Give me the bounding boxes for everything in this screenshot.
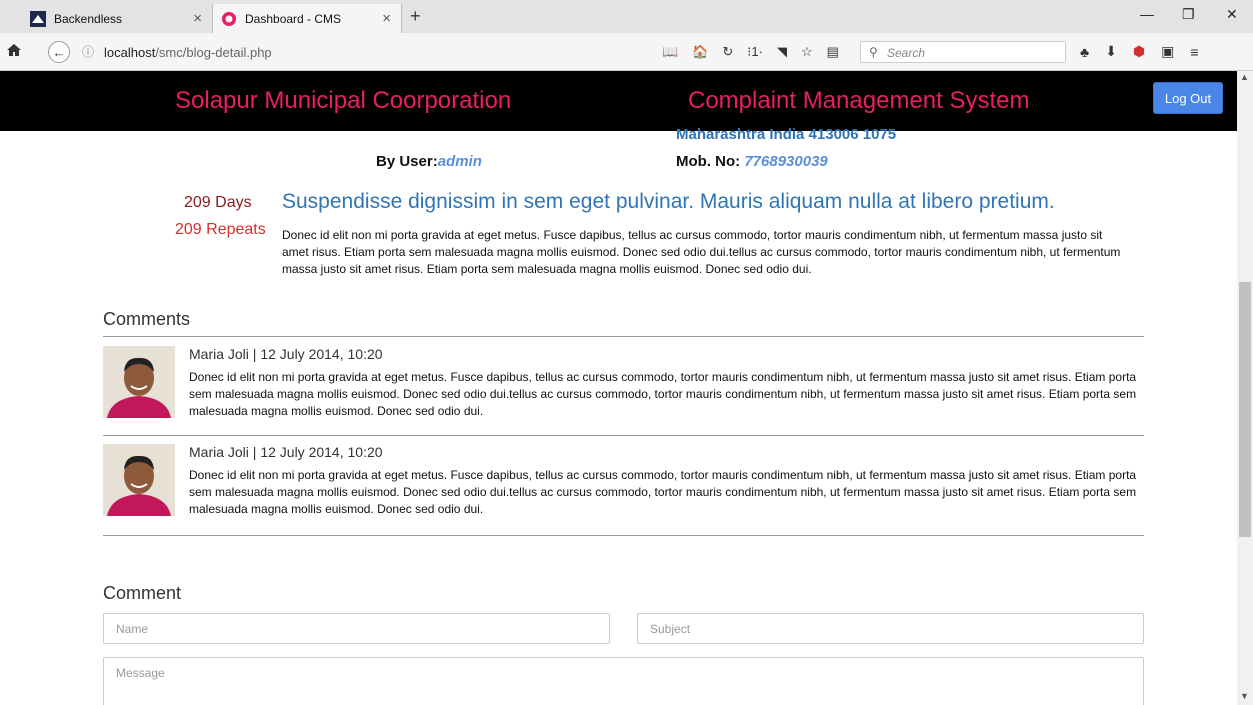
download-icon[interactable]: ⬇ (1105, 43, 1117, 60)
scroll-down-icon[interactable]: ▼ (1240, 691, 1249, 701)
search-icon: ⚲ (869, 45, 878, 59)
mob-value: 7768930039 (744, 153, 828, 170)
name-field[interactable] (103, 613, 610, 644)
mobile-number: Mob. No: 7768930039 (676, 153, 828, 170)
bookmarks-menu-icon[interactable]: ▤ (827, 44, 839, 60)
by-user: By User:admin (376, 153, 482, 170)
comment-body: Donec id elit non mi porta gravida at eg… (189, 468, 1137, 516)
scrollbar-thumb[interactable] (1239, 282, 1251, 537)
menu-icon[interactable]: ≡ (1190, 44, 1198, 60)
site-title-left: Solapur Municipal Coorporation (175, 87, 512, 114)
post-excerpt: Donec id elit non mi porta gravida at eg… (282, 228, 1121, 276)
avatar (103, 346, 175, 418)
containers-icon[interactable]: ⁝1· (747, 44, 763, 60)
search-placeholder: Search (887, 46, 926, 60)
restore-icon[interactable]: ❐ (1182, 6, 1195, 23)
bookmark-star-icon[interactable]: ☆ (801, 44, 813, 60)
new-tab-icon[interactable]: + (410, 6, 421, 27)
scroll-up-icon[interactable]: ▲ (1240, 72, 1249, 82)
mob-label: Mob. No: (676, 153, 745, 170)
comments-heading: Comments (103, 309, 191, 329)
logout-button[interactable]: Log Out (1153, 82, 1223, 114)
reload-icon[interactable]: ↻ (722, 44, 733, 60)
tab-dashboard-cms[interactable]: Dashboard - CMS × (212, 4, 402, 33)
page-content: Solapur Municipal Coorporation Complaint… (0, 71, 1253, 705)
avatar (103, 444, 175, 516)
comment-item: Maria Joli | 12 July 2014, 10:20 Donec i… (103, 444, 1144, 524)
adblock-icon[interactable]: ⬢ (1133, 43, 1145, 60)
pocket-icon[interactable]: ◥ (777, 44, 787, 60)
back-arrow-icon[interactable]: ← (48, 41, 70, 63)
post-title[interactable]: Suspendisse dignissim in sem eget pulvin… (282, 190, 1055, 214)
divider (103, 535, 1144, 536)
comment-meta: Maria Joli | 12 July 2014, 10:20 (189, 444, 383, 460)
pocket-save-icon[interactable]: ▣ (1161, 43, 1174, 60)
subject-field[interactable] (637, 613, 1144, 644)
home-icon[interactable] (6, 42, 24, 60)
home-page-icon[interactable]: 🏠 (692, 44, 708, 60)
by-user-label: By User: (376, 153, 438, 170)
comment-form-heading: Comment (103, 583, 182, 603)
close-tab-icon[interactable]: × (382, 10, 391, 27)
reader-view-icon[interactable]: 📖 (662, 44, 678, 60)
site-header: Solapur Municipal Coorporation Complaint… (0, 71, 1237, 131)
nav-icons: 📖 🏠 ↻ ⁝1· ◥ ☆ ▤ (662, 44, 839, 60)
browser-tab-bar: Backendless × Dashboard - CMS × + — ❐ ✕ (0, 0, 1253, 33)
info-icon[interactable]: ⓘ (82, 43, 94, 60)
site-title-right: Complaint Management System (688, 87, 1030, 114)
message-field[interactable] (103, 657, 1144, 705)
days-count: 209 Days (184, 194, 252, 211)
minimize-icon[interactable]: — (1140, 6, 1154, 22)
comment-meta: Maria Joli | 12 July 2014, 10:20 (189, 346, 383, 362)
toolbar-right-icons: ♣ ⬇ ⬢ ▣ ≡ (1080, 43, 1199, 60)
browser-nav-bar: ← ⓘ localhost/smc/blog-detail.php 📖 🏠 ↻ … (0, 33, 1253, 71)
repeats-count: 209 Repeats (175, 221, 266, 238)
search-input[interactable]: ⚲ Search (860, 41, 1066, 63)
divider (103, 435, 1144, 436)
by-user-value: admin (437, 153, 482, 170)
page-scrollbar[interactable]: ▲ ▼ (1237, 71, 1253, 705)
comment-body: Donec id elit non mi porta gravida at eg… (189, 370, 1137, 418)
comment-item: Maria Joli | 12 July 2014, 10:20 Donec i… (103, 346, 1144, 426)
address-text: Maharashtra India 413006 1075 (676, 126, 897, 143)
cms-favicon-icon (221, 11, 237, 27)
tab-backendless[interactable]: Backendless × (22, 4, 212, 33)
window-close-icon[interactable]: ✕ (1226, 6, 1238, 23)
url-text[interactable]: localhost/smc/blog-detail.php (104, 45, 272, 60)
tab-label: Dashboard - CMS (245, 11, 342, 26)
extension-icon[interactable]: ♣ (1080, 44, 1089, 60)
close-tab-icon[interactable]: × (193, 10, 202, 27)
divider (103, 336, 1144, 337)
backendless-favicon-icon (30, 10, 46, 27)
tab-label: Backendless (54, 11, 123, 26)
